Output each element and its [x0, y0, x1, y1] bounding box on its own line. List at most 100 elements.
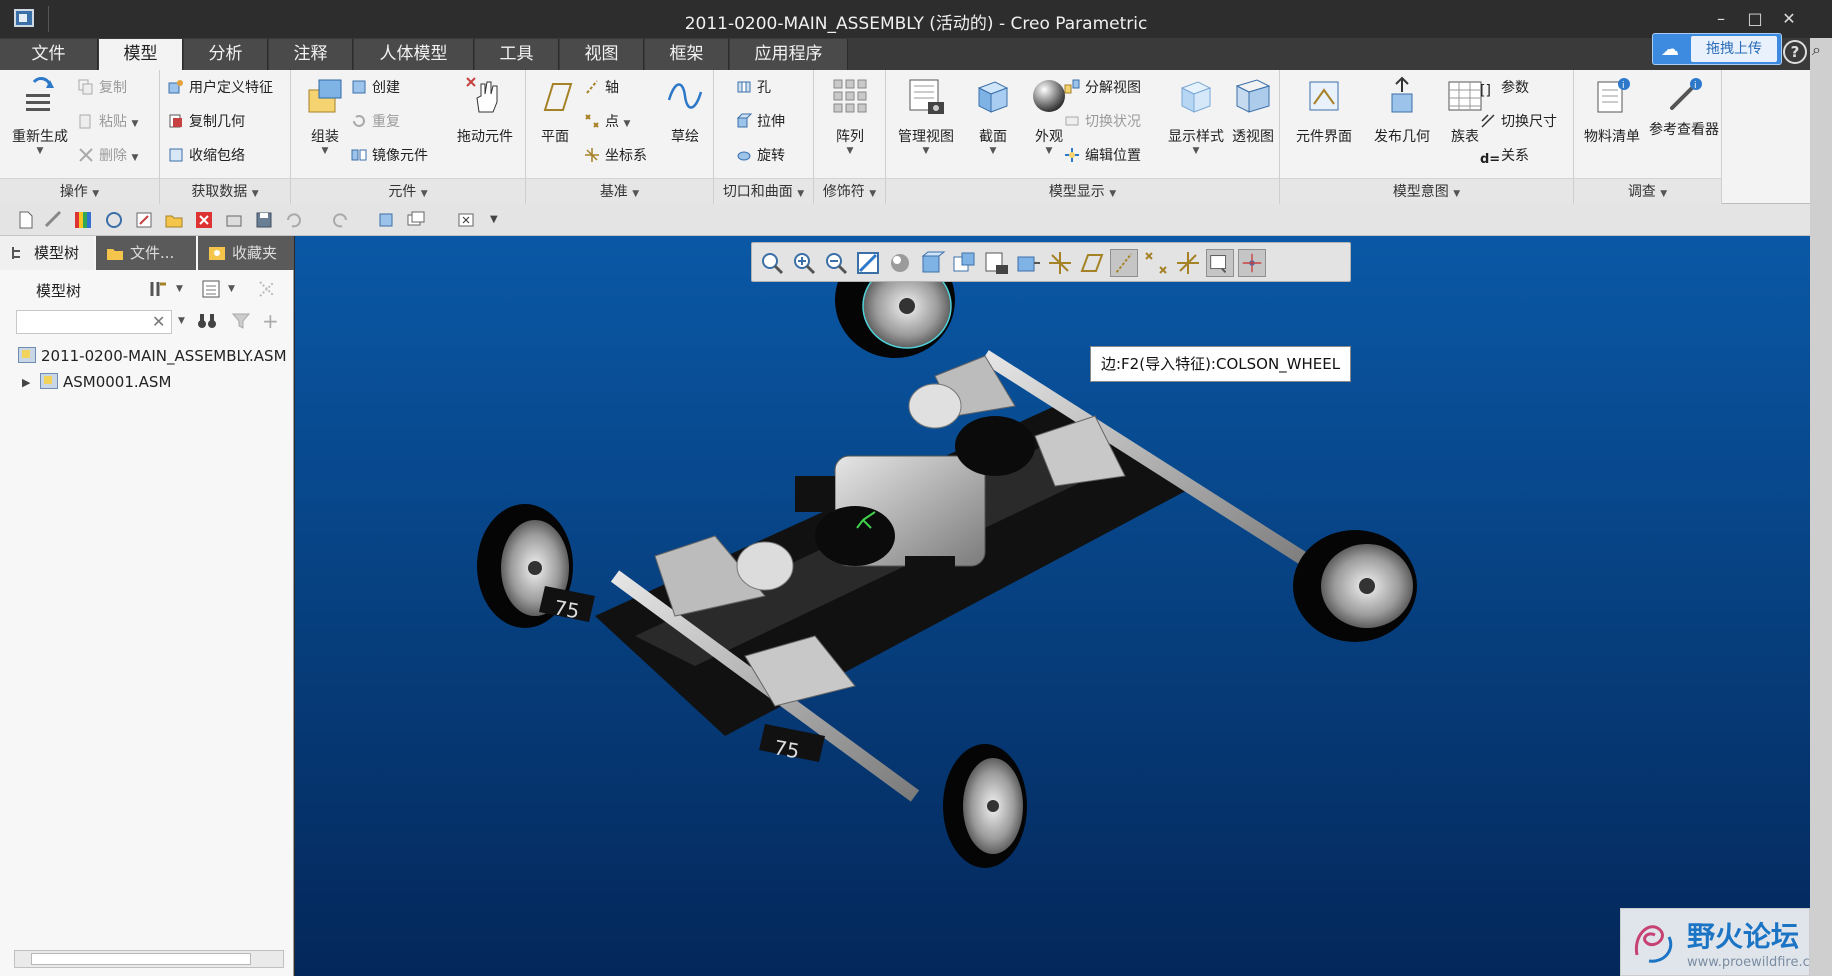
annotation-display-icon[interactable] [1206, 249, 1234, 277]
tab-favorites[interactable]: 收藏夹 [198, 236, 294, 270]
point-display-icon[interactable] [1142, 249, 1170, 277]
regenerate-model-icon[interactable] [376, 210, 396, 230]
filter-icon[interactable] [230, 310, 252, 332]
section-button[interactable]: 截面 ▼ [966, 76, 1020, 156]
clear-search-icon[interactable]: ✕ [152, 312, 165, 331]
tab-model[interactable]: 模型 [99, 39, 183, 70]
view-manager-icon[interactable] [950, 249, 978, 277]
window-icon[interactable] [134, 210, 154, 230]
drag-component-button[interactable]: 拖动元件 [449, 76, 521, 146]
group-label-datum[interactable]: 基准 ▼ [526, 178, 713, 204]
undo-icon[interactable] [284, 210, 304, 230]
tab-tools[interactable]: 工具 [475, 39, 559, 70]
regenerate-small-icon[interactable] [104, 210, 124, 230]
chevron-down-icon[interactable]: ▼ [228, 278, 250, 300]
paste-button[interactable]: 粘贴 ▼ [78, 110, 138, 134]
tab-manikin[interactable]: 人体模型 [354, 39, 474, 70]
scrollbar-thumb[interactable] [31, 953, 251, 965]
windows-icon[interactable] [406, 210, 426, 230]
group-label-model-display[interactable]: 模型显示 ▼ [886, 178, 1279, 204]
close-button[interactable]: ✕ [1774, 6, 1804, 32]
group-label-model-intent[interactable]: 模型意图 ▼ [1280, 178, 1573, 204]
assembly-model-render[interactable]: 75 75 [295, 236, 1810, 976]
saved-orientations-icon[interactable] [918, 249, 946, 277]
zoom-out-icon[interactable] [822, 249, 850, 277]
tree-filter-disabled-icon[interactable] [256, 278, 278, 300]
baidu-upload-button[interactable]: ☁ 拖拽上传 [1652, 33, 1782, 65]
tab-file[interactable]: 文件 [0, 39, 98, 70]
perspective-button[interactable]: 透视图 [1228, 76, 1278, 146]
group-label-cut-surface[interactable]: 切口和曲面 ▼ [714, 178, 813, 204]
expand-arrow-icon[interactable]: ▶ [22, 376, 30, 389]
sketch-button[interactable]: 草绘 [660, 76, 710, 146]
regenerate-button[interactable]: 重新生成 ▼ [4, 76, 76, 156]
print-icon[interactable] [224, 210, 244, 230]
copy-button[interactable]: 复制 [78, 76, 127, 100]
chevron-down-icon[interactable]: ▼ [178, 310, 200, 332]
show-list-icon[interactable] [200, 278, 222, 300]
copy-geometry-button[interactable]: 复制几何 [168, 110, 245, 134]
plane-button[interactable]: 平面 [530, 76, 580, 146]
group-label-operations[interactable]: 操作 ▼ [0, 178, 159, 204]
shrinkwrap-button[interactable]: 收缩包络 [168, 144, 245, 168]
measure-icon[interactable] [44, 210, 64, 230]
plane-display-icon[interactable] [1078, 249, 1106, 277]
maximize-button[interactable]: □ [1740, 6, 1770, 32]
search-icon[interactable]: ⌕ [1812, 40, 1830, 59]
manage-views-button[interactable]: 管理视图 ▼ [890, 76, 962, 156]
tab-applications[interactable]: 应用程序 [730, 39, 848, 70]
tree-node-asm0001[interactable]: ASM0001.ASM [40, 370, 171, 394]
publish-geometry-button[interactable]: 发布几何 [1364, 76, 1440, 146]
chevron-down-icon[interactable]: ▼ [176, 278, 198, 300]
axis-button[interactable]: 轴 [584, 76, 619, 100]
bom-button[interactable]: i 物料清单 [1578, 76, 1646, 146]
model-tree-search-input[interactable] [16, 310, 172, 334]
refit-icon[interactable] [758, 249, 786, 277]
repaint-icon[interactable] [854, 249, 882, 277]
display-style-button[interactable]: 显示样式 ▼ [1162, 76, 1230, 156]
help-icon[interactable]: ? [1783, 40, 1807, 64]
parameters-button[interactable]: [] 参数 [1480, 76, 1529, 100]
repeat-button[interactable]: 重复 [351, 110, 400, 134]
save-icon[interactable] [254, 210, 274, 230]
extrude-button[interactable]: 拉伸 [736, 110, 785, 134]
add-column-icon[interactable]: + [262, 310, 284, 332]
open-folder-icon[interactable] [164, 210, 184, 230]
mirror-component-button[interactable]: 镜像元件 [351, 144, 428, 168]
hole-button[interactable]: 孔 [736, 76, 771, 100]
close-small-icon[interactable] [456, 210, 476, 230]
customize-dropdown-icon[interactable]: ▼ [490, 210, 510, 230]
group-label-get-data[interactable]: 获取数据 ▼ [160, 178, 290, 204]
group-label-investigate[interactable]: 调查 ▼ [1574, 178, 1721, 204]
tab-view[interactable]: 视图 [560, 39, 644, 70]
spin-center-icon[interactable] [1238, 249, 1266, 277]
group-label-modifier[interactable]: 修饰符 ▼ [814, 178, 885, 204]
minimize-button[interactable]: – [1706, 6, 1736, 32]
csys-button[interactable]: 坐标系 [584, 144, 647, 168]
tree-horizontal-scrollbar[interactable] [14, 950, 284, 968]
tab-file-browser[interactable]: 文件... [96, 236, 196, 270]
tab-model-tree[interactable]: 模型树 [0, 236, 94, 270]
revolve-button[interactable]: 旋转 [736, 144, 785, 168]
perspective-camera-icon[interactable] [982, 249, 1010, 277]
udf-button[interactable]: 用户定义特征 [168, 76, 273, 100]
edit-position-button[interactable]: 编辑位置 [1064, 144, 1141, 168]
new-file-icon[interactable] [16, 210, 36, 230]
delete-button[interactable]: 删除 ▼ [78, 144, 138, 168]
csys-tag-icon[interactable] [1174, 249, 1202, 277]
explode-view-button[interactable]: 分解视图 [1064, 76, 1141, 100]
close-window-icon[interactable] [194, 210, 214, 230]
point-button[interactable]: 点 ▼ [584, 110, 630, 134]
pattern-button[interactable]: 阵列 ▼ [820, 76, 880, 156]
tab-analysis[interactable]: 分析 [184, 39, 268, 70]
switch-dims-button[interactable]: 切换尺寸 [1480, 110, 1557, 134]
toggle-state-button[interactable]: 切换状况 [1064, 110, 1141, 134]
section-view-icon[interactable] [1014, 249, 1042, 277]
axis-display-icon[interactable] [1110, 249, 1138, 277]
tree-settings-icon[interactable] [148, 278, 170, 300]
group-label-component[interactable]: 元件 ▼ [291, 178, 525, 204]
redo-icon[interactable] [330, 210, 350, 230]
tab-annotate[interactable]: 注释 [269, 39, 353, 70]
zoom-in-icon[interactable] [790, 249, 818, 277]
tab-framework[interactable]: 框架 [645, 39, 729, 70]
